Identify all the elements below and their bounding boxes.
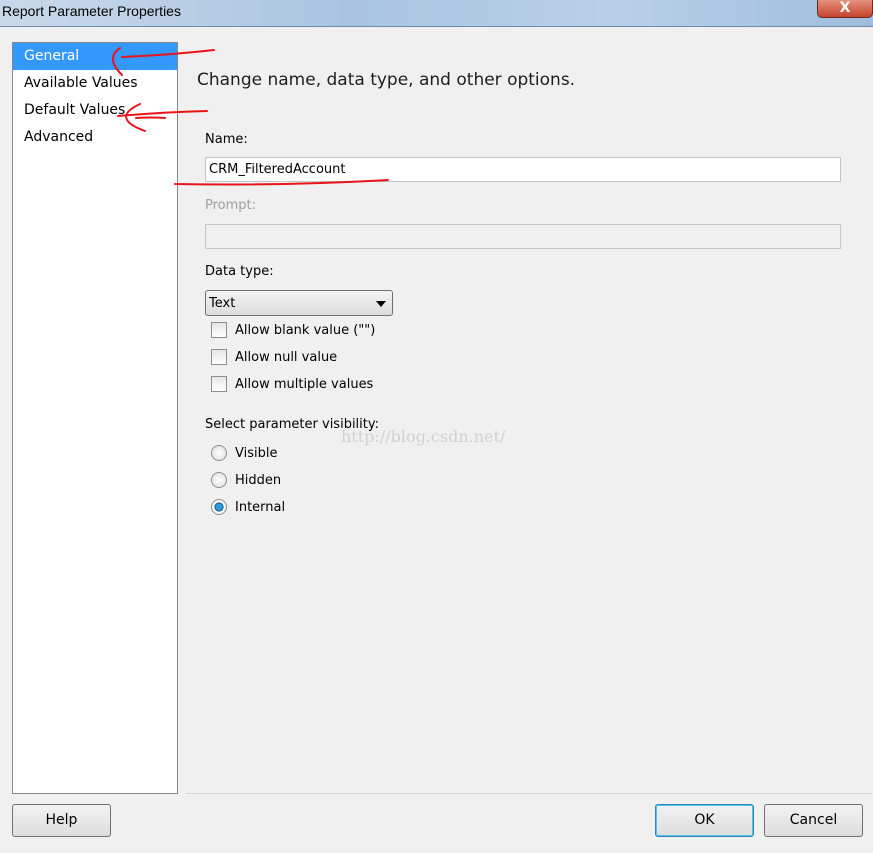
checkbox-label: Allow multiple values [235,376,374,392]
sidebar-item-general[interactable]: General [13,43,177,70]
internal-radio[interactable]: Internal [211,499,285,515]
visible-radio[interactable]: Visible [211,445,277,461]
data-type-select[interactable]: Text [205,290,393,316]
sidebar-item-available-values[interactable]: Available Values [13,70,177,97]
prompt-label: Prompt: [205,198,257,213]
divider [186,793,871,794]
allow-multiple-checkbox[interactable]: Allow multiple values [211,376,373,392]
name-label: Name: [205,132,248,147]
chevron-down-icon [376,301,386,307]
allow-null-checkbox[interactable]: Allow null value [211,349,337,365]
data-type-value: Text [209,296,236,311]
data-type-label: Data type: [205,264,274,279]
watermark: http://blog.csdn.net/ [341,427,506,446]
checkbox-label: Allow null value [235,349,338,365]
radio-icon [211,472,227,488]
sidebar-item-advanced[interactable]: Advanced [13,124,177,151]
window-title: Report Parameter Properties [2,3,181,19]
page-heading: Change name, data type, and other option… [197,70,576,90]
checkbox-icon [211,322,227,338]
sidebar-item-default-values[interactable]: Default Values [13,97,177,124]
radio-label: Visible [235,445,278,461]
radio-label: Hidden [235,472,282,488]
title-bar: Report Parameter Properties X [0,0,873,27]
checkbox-label: Allow blank value ("") [235,322,376,338]
prompt-input[interactable] [205,224,841,249]
close-button[interactable]: X [817,0,873,18]
name-input[interactable]: CRM_FilteredAccount [205,157,841,182]
checkbox-icon [211,349,227,365]
help-button[interactable]: Help [12,804,111,837]
radio-icon [211,445,227,461]
ok-button[interactable]: OK [655,804,754,837]
hidden-radio[interactable]: Hidden [211,472,281,488]
allow-blank-checkbox[interactable]: Allow blank value ("") [211,322,375,338]
checkbox-icon [211,376,227,392]
radio-selected-icon [211,499,227,515]
sidebar: General Available Values Default Values … [12,42,178,794]
radio-label: Internal [235,499,286,515]
cancel-button[interactable]: Cancel [764,804,863,837]
